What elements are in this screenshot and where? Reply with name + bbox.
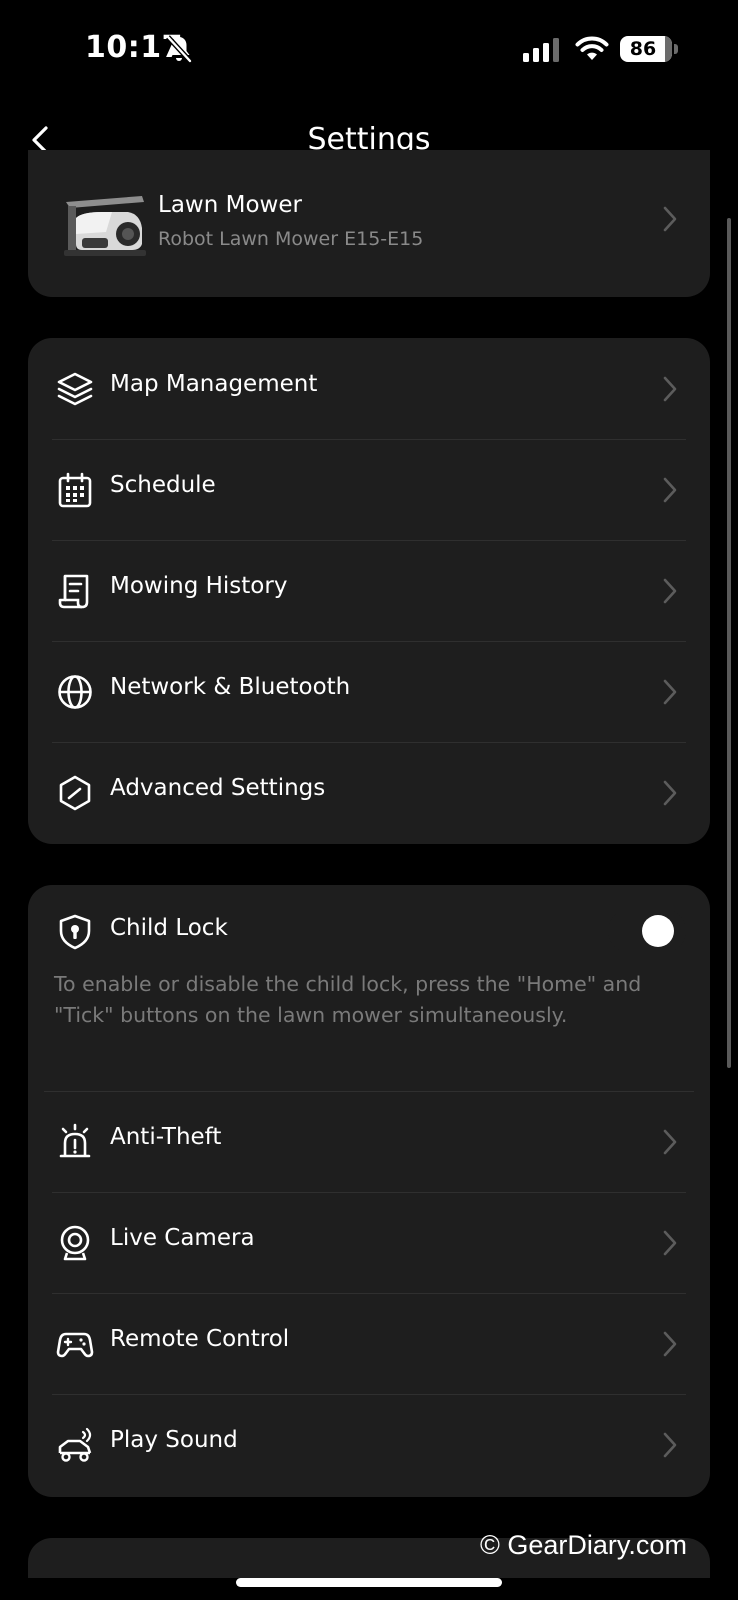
child-lock-toggle[interactable] [608, 909, 686, 953]
gamepad-icon [56, 1325, 94, 1363]
home-indicator[interactable] [236, 1578, 502, 1587]
menu-item-mowing-history[interactable]: Mowing History [28, 540, 710, 641]
globe-icon [56, 673, 94, 711]
menu-item-label: Remote Control [110, 1326, 290, 1352]
history-icon [56, 572, 94, 610]
cellular-signal-icon [523, 38, 561, 62]
watermark: © GearDiary.com [480, 1530, 687, 1560]
primary-settings-card: Map Management Schedule Mowing History N… [28, 338, 710, 844]
menu-item-label: Anti-Theft [110, 1124, 222, 1150]
device-name: Lawn Mower [158, 192, 302, 218]
chevron-right-icon [662, 678, 678, 706]
menu-item-advanced-settings[interactable]: Advanced Settings [28, 742, 710, 843]
child-lock-hint: To enable or disable the child lock, pre… [54, 972, 642, 1027]
status-bar: 10:17 86 [0, 0, 738, 100]
chevron-right-icon [662, 1330, 678, 1358]
camera-icon [56, 1224, 94, 1262]
battery-tip [674, 44, 678, 54]
chevron-right-icon [662, 779, 678, 807]
device-controls-card: Child Lock To enable or disable the chil… [28, 885, 710, 1497]
menu-item-label: Network & Bluetooth [110, 674, 351, 700]
shield-lock-icon [56, 913, 94, 951]
bell-muted-icon [165, 34, 193, 64]
device-card[interactable]: Lawn Mower Robot Lawn Mower E15-E15 [28, 150, 710, 297]
battery-percentage: 86 [629, 38, 657, 60]
child-lock-row: Child Lock To enable or disable the chil… [28, 885, 710, 1091]
menu-item-schedule[interactable]: Schedule [28, 439, 710, 540]
menu-item-label: Mowing History [110, 573, 288, 599]
chevron-right-icon [662, 205, 678, 233]
child-lock-label: Child Lock [110, 915, 228, 941]
device-model: Robot Lawn Mower E15-E15 [158, 228, 424, 250]
chevron-right-icon [662, 375, 678, 403]
chevron-right-icon [662, 577, 678, 605]
battery-icon: 86 [620, 36, 672, 62]
calendar-icon [56, 471, 94, 509]
chevron-right-icon [662, 1431, 678, 1459]
menu-item-label: Live Camera [110, 1225, 255, 1251]
chevron-right-icon [662, 1229, 678, 1257]
menu-item-live-camera[interactable]: Live Camera [28, 1192, 710, 1293]
menu-item-play-sound[interactable]: Play Sound [28, 1394, 710, 1495]
menu-item-network-bluetooth[interactable]: Network & Bluetooth [28, 641, 710, 742]
menu-item-label: Play Sound [110, 1427, 238, 1453]
wifi-icon [575, 36, 609, 62]
chevron-right-icon [662, 476, 678, 504]
menu-item-label: Schedule [110, 472, 216, 498]
chevron-right-icon [662, 1128, 678, 1156]
menu-item-anti-theft[interactable]: Anti-Theft [28, 1091, 710, 1192]
hexagon-icon [56, 774, 94, 812]
mower-sound-icon [56, 1426, 94, 1464]
mower-image [62, 188, 148, 266]
menu-item-label: Advanced Settings [110, 775, 326, 801]
alarm-icon [56, 1123, 94, 1161]
menu-item-remote-control[interactable]: Remote Control [28, 1293, 710, 1394]
menu-item-map-management[interactable]: Map Management [28, 338, 710, 439]
menu-item-label: Map Management [110, 371, 318, 397]
toggle-knob [642, 915, 674, 947]
layers-icon [56, 370, 94, 408]
scroll-indicator[interactable] [727, 218, 731, 1068]
